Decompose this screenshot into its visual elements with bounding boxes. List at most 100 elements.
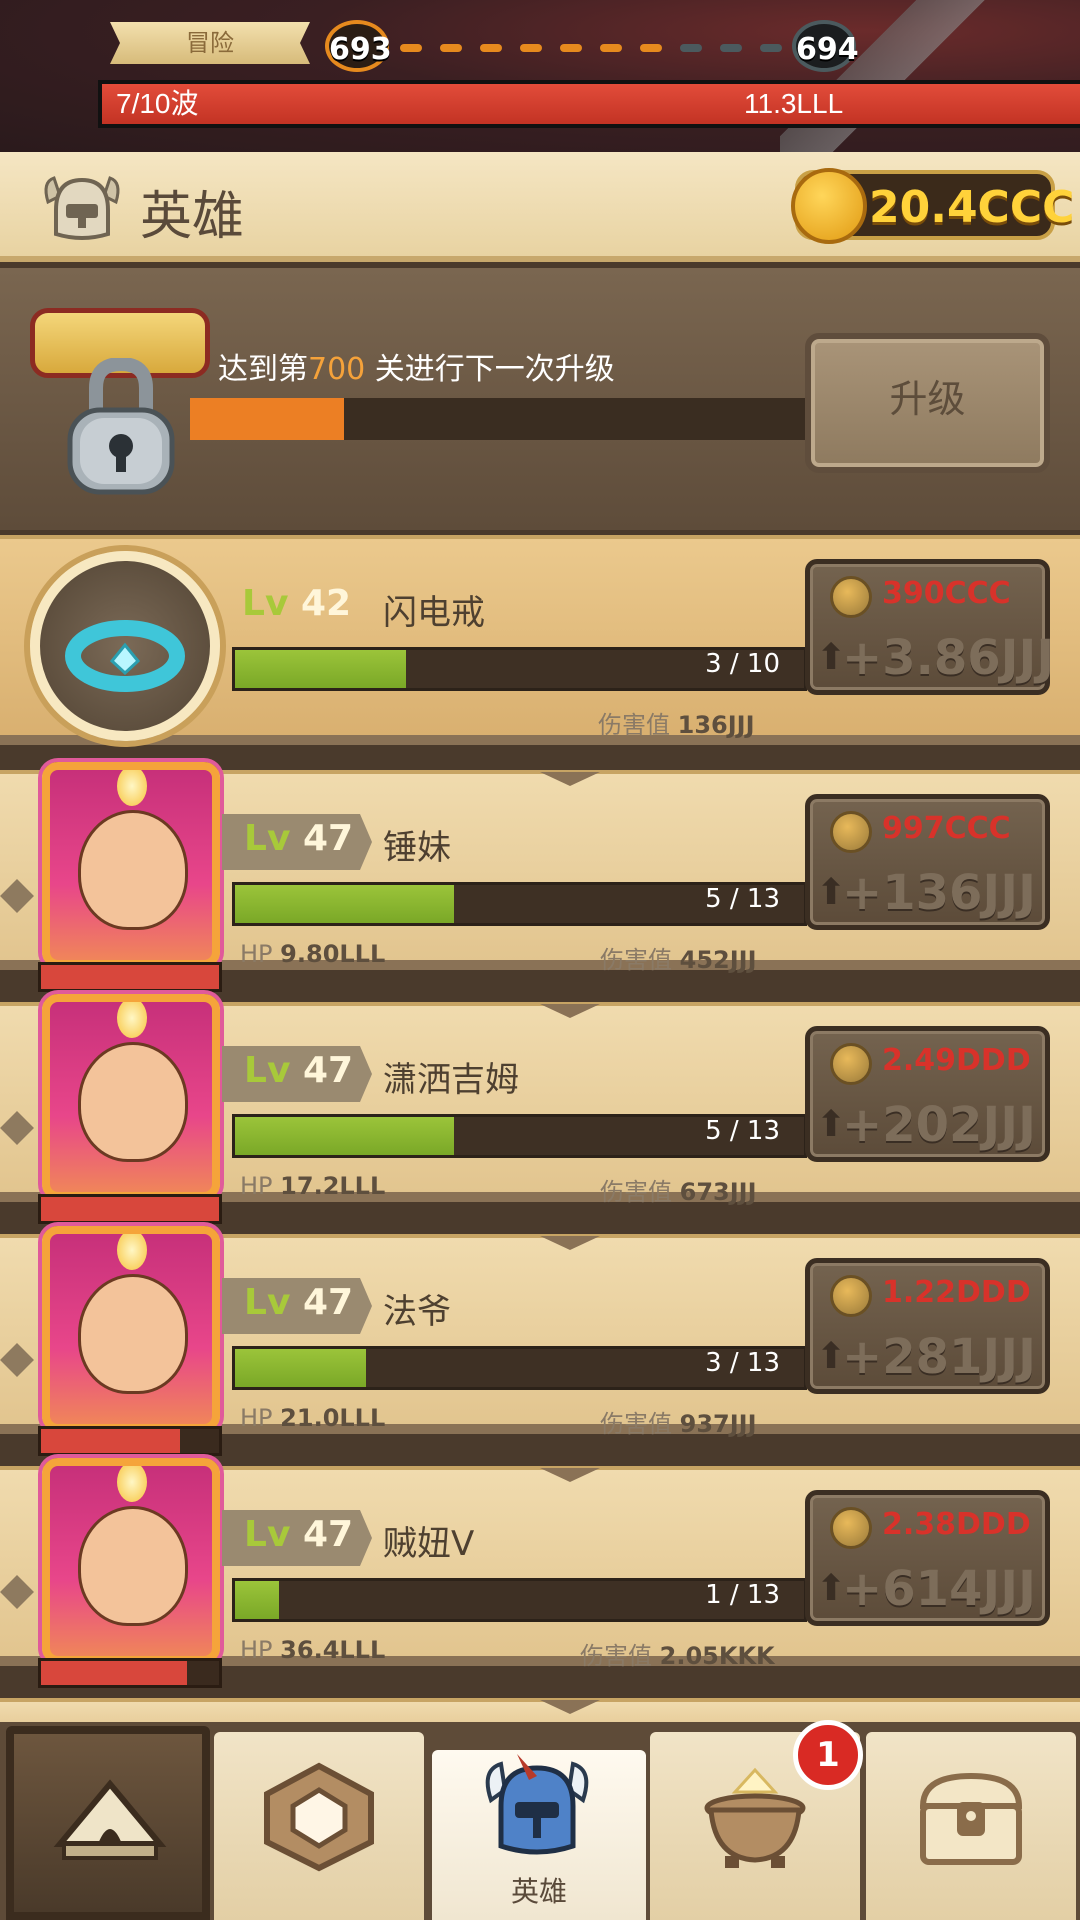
page-title: 英雄 <box>140 187 245 247</box>
upgrade-panel: 达到第700 关进行下一次升级 升级 <box>0 268 1080 530</box>
requirement-level: 700 <box>308 352 366 387</box>
current-level-node: 693 <box>325 20 392 72</box>
hero-level: Lv 47 <box>244 818 353 859</box>
diamond-marker <box>0 879 34 913</box>
hero-damage: 伤害值 937JJJ <box>600 1404 757 1439</box>
mode-label[interactable]: 冒险 <box>110 22 310 64</box>
hero-progress-fill <box>235 1117 455 1155</box>
upgrade-cost: 1.22DDD <box>882 1275 1031 1310</box>
lv-prefix: Lv <box>242 583 289 624</box>
flame-icon <box>117 770 147 806</box>
damage-gain: +136JJJ <box>842 865 1036 921</box>
notification-badge: 1 <box>793 1720 863 1790</box>
hero-portrait <box>42 762 220 968</box>
hero-card[interactable]: Lv 47 贼妞V 1 / 13 HP 36.4LLL 伤害值 2.05KKK … <box>0 1458 1080 1688</box>
hero-hp-bar <box>38 1658 222 1688</box>
enemy-hp-value: 11.3LLL <box>744 88 844 119</box>
upgrade-cost: 997CCC <box>882 811 1011 846</box>
card-notch <box>540 772 600 786</box>
damage-label: 伤害值 <box>600 1410 672 1438</box>
tent-icon <box>53 1779 167 1860</box>
artifact-level: Lv 42 <box>242 583 351 624</box>
diamond-marker <box>0 1575 34 1609</box>
flame-icon <box>117 1234 147 1270</box>
damage-label: 伤害值 <box>580 1642 652 1670</box>
hero-face <box>78 1042 188 1162</box>
hp-label: HP <box>240 1172 273 1200</box>
damage-gain: +281JJJ <box>842 1329 1036 1385</box>
artifact-upgrade-button[interactable]: 390CCC ⬆ +3.86JJJ <box>805 559 1054 695</box>
artifact-card[interactable]: Lv 42 闪电戒 3 / 10 伤害值 136JJJ 390CCC ⬆ +3.… <box>0 535 1080 745</box>
diamond-marker <box>0 1111 34 1145</box>
hero-upgrade-button[interactable]: 2.38DDD ⬆ +614JJJ <box>805 1490 1050 1626</box>
hp-label: HP <box>240 940 273 968</box>
hero-hp: HP 9.80LLL <box>240 940 385 968</box>
upgrade-cost: 390CCC <box>882 576 1011 611</box>
lv-prefix: Lv <box>244 1050 291 1091</box>
lv-number: 42 <box>300 583 352 624</box>
hero-hp-bar <box>38 1426 222 1456</box>
lv-prefix: Lv <box>244 1282 291 1323</box>
hero-upgrade-button[interactable]: 2.49DDD ⬆ +202JJJ <box>805 1026 1050 1162</box>
stage-banner: 冒险 693 694 7/10波 11.3LLL <box>0 0 1080 155</box>
gold-coin-icon <box>830 576 872 618</box>
upgrade-button[interactable]: 升级 <box>805 333 1050 473</box>
hero-upgrade-button[interactable]: 997CCC ⬆ +136JJJ <box>805 794 1050 930</box>
requirement-suffix: 关进行下一次升级 <box>365 352 615 387</box>
artifact-progress-fill <box>235 650 406 688</box>
hero-progress-fill <box>235 1349 366 1387</box>
helmet-icon <box>44 176 120 240</box>
hero-portrait <box>42 1458 220 1664</box>
hero-damage: 伤害值 673JJJ <box>600 1172 757 1207</box>
hero-face <box>78 1274 188 1394</box>
damage-label: 伤害值 <box>600 946 672 974</box>
upgrade-cost: 2.38DDD <box>882 1507 1031 1542</box>
damage-value: 452JJJ <box>679 946 757 974</box>
upgrade-progress-fill <box>190 398 344 440</box>
hero-upgrade-button[interactable]: 1.22DDD ⬆ +281JJJ <box>805 1258 1050 1394</box>
enemy-hp-bar: 7/10波 11.3LLL <box>98 80 1080 128</box>
card-notch <box>540 1468 600 1482</box>
damage-value: 136JJJ <box>677 711 755 739</box>
upgrade-requirement: 达到第700 关进行下一次升级 <box>218 344 615 388</box>
hero-portrait <box>42 994 220 1200</box>
nav-tab-home[interactable] <box>6 1726 210 1920</box>
padlock-icon <box>67 358 175 495</box>
hero-card[interactable]: Lv 47 法爷 3 / 13 HP 21.0LLL 伤害值 937JJJ 1.… <box>0 1226 1080 1456</box>
hero-damage: 伤害值 2.05KKK <box>580 1636 775 1671</box>
artifact-damage: 伤害值 136JJJ <box>598 705 755 740</box>
damage-gain: +3.86JJJ <box>842 630 1055 686</box>
hero-progress-text: 1 / 13 <box>705 1580 780 1610</box>
gold-balance: 20.4CCC <box>791 168 1074 244</box>
hero-portrait <box>42 1226 220 1432</box>
nav-tab-shop[interactable] <box>866 1732 1076 1920</box>
hero-progress-text: 5 / 13 <box>705 884 780 914</box>
nav-tab-artifacts[interactable] <box>214 1732 424 1920</box>
hero-name: 锤妹 <box>383 828 451 868</box>
card-notch <box>540 1004 600 1018</box>
gold-coin-icon <box>830 1507 872 1549</box>
hero-name: 贼妞V <box>383 1524 475 1564</box>
damage-value: 2.05KKK <box>659 1642 775 1670</box>
hero-hp: HP 21.0LLL <box>240 1404 385 1432</box>
diamond-marker <box>0 1343 34 1377</box>
gold-coin-icon <box>830 1043 872 1085</box>
hero-name: 潇洒吉姆 <box>383 1060 519 1100</box>
gold-coin-icon <box>830 1275 872 1317</box>
hero-hp-fill <box>41 1197 219 1221</box>
damage-value: 673JJJ <box>679 1178 757 1206</box>
hero-card[interactable]: Lv 47 潇洒吉姆 5 / 13 HP 17.2LLL 伤害值 673JJJ … <box>0 994 1080 1224</box>
artifact-progress-text: 3 / 10 <box>705 649 780 679</box>
knight-helmet-icon <box>485 1754 589 1855</box>
hero-face <box>78 810 188 930</box>
lv-prefix: Lv <box>244 1514 291 1555</box>
hero-face <box>78 1506 188 1626</box>
hp-label: HP <box>240 1404 273 1432</box>
hero-hp: HP 17.2LLL <box>240 1172 385 1200</box>
requirement-prefix: 达到第 <box>218 352 308 387</box>
hero-card[interactable]: Lv 47 锤妹 5 / 13 HP 9.80LLL 伤害值 452JJJ 99… <box>0 762 1080 992</box>
gold-amount: 20.4CCC <box>869 182 1075 233</box>
nav-tab-heroes[interactable]: 英雄 <box>432 1750 646 1920</box>
hp-value: 21.0LLL <box>280 1404 386 1432</box>
hero-name: 法爷 <box>383 1292 451 1332</box>
